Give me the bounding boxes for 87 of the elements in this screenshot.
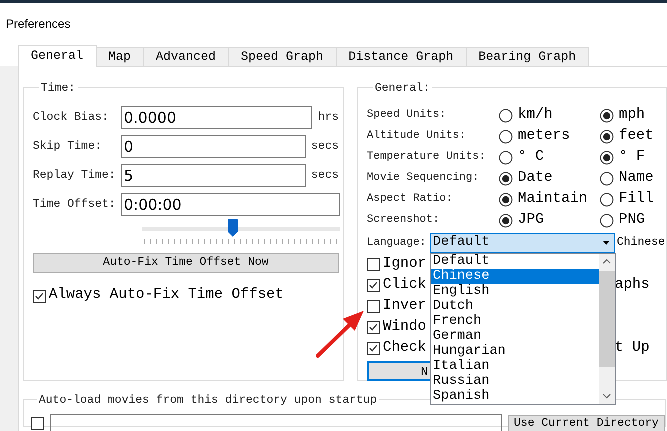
radio-label: JPG <box>518 210 544 230</box>
slider-thumb[interactable] <box>228 219 238 237</box>
tab[interactable]: General <box>18 45 97 67</box>
auto-fix-button[interactable]: Auto-Fix Time Offset Now <box>33 253 339 273</box>
radio-label: ° C <box>518 148 544 167</box>
tab[interactable]: Speed Graph <box>229 47 337 66</box>
scrollbar[interactable] <box>599 254 615 404</box>
radio-label: ° F <box>619 148 646 167</box>
dropdown-item[interactable]: Chinese <box>431 269 599 284</box>
dropdown-item[interactable]: English <box>431 284 599 299</box>
radio-button[interactable] <box>499 172 513 186</box>
field-label: Aspect Ratio: <box>367 192 454 208</box>
radio-label: feet <box>619 126 654 146</box>
radio-label: meters <box>518 126 570 146</box>
radio-button[interactable] <box>600 192 614 206</box>
checkbox[interactable] <box>367 321 380 334</box>
tab[interactable]: Distance Graph <box>336 47 467 66</box>
radio-label: Fill <box>619 190 654 209</box>
radio-label: PNG <box>619 210 646 230</box>
group-title: General: <box>375 82 430 95</box>
checkbox-label: Inver <box>383 296 427 316</box>
field-label: Time Offset: <box>33 196 117 213</box>
radio-button[interactable] <box>499 150 513 164</box>
dropdown-item[interactable]: Dutch <box>431 299 599 314</box>
text-field[interactable]: 0.0000 <box>121 106 312 129</box>
radio-label: Maintain <box>518 190 588 209</box>
tab[interactable]: Bearing Graph <box>466 47 590 66</box>
checkbox[interactable] <box>367 279 380 292</box>
checkbox-label: aphs <box>615 276 650 295</box>
use-current-directory-button[interactable]: Use Current Directory <box>508 414 665 431</box>
radio-button[interactable] <box>600 214 614 228</box>
checkbox[interactable] <box>367 300 380 313</box>
text-field[interactable]: 0:00:00 <box>121 193 340 216</box>
checkbox-label: Ignor <box>383 254 427 274</box>
radio-button[interactable] <box>499 130 513 144</box>
directory-field[interactable] <box>50 414 502 431</box>
chevron-up-icon[interactable] <box>603 259 611 264</box>
checkbox-label: Windo <box>383 318 427 337</box>
dropdown-item[interactable]: French <box>431 314 599 329</box>
field-label: Movie Sequencing: <box>367 171 480 186</box>
window-title: Preferences <box>6 17 71 31</box>
checkbox-label: Check <box>383 338 427 358</box>
group-title: Auto-load movies from this directory upon startup <box>39 394 378 407</box>
dropdown-item[interactable]: German <box>431 329 599 344</box>
field-label: Speed Units: <box>367 108 448 124</box>
radio-button[interactable] <box>600 130 614 144</box>
field-label: Temperature Units: <box>367 150 487 166</box>
radio-label: mph <box>619 106 646 125</box>
text-field[interactable]: 5 <box>121 164 306 187</box>
radio-button[interactable] <box>600 172 614 186</box>
field-label: Language: <box>367 236 428 251</box>
text-field[interactable]: 0 <box>121 135 306 158</box>
radio-button[interactable] <box>600 150 614 164</box>
language-note: Chinese <box>617 235 666 252</box>
radio-label: km/h <box>518 106 553 125</box>
checkbox-label: Always Auto-Fix Time Offset <box>49 286 284 306</box>
dropdown-item[interactable]: Spanish <box>431 389 599 404</box>
checkbox[interactable] <box>31 416 44 430</box>
field-label: Screenshot: <box>367 213 441 228</box>
checkbox[interactable] <box>367 342 380 355</box>
tab[interactable]: Map <box>96 47 144 66</box>
radio-button[interactable] <box>499 214 513 228</box>
checkbox-label: Click <box>383 276 427 295</box>
field-label: Clock Bias: <box>33 110 110 126</box>
checkbox[interactable] <box>33 290 46 303</box>
field-label: Skip Time: <box>33 138 104 155</box>
scrollbar-thumb[interactable] <box>599 271 615 367</box>
radio-label: Date <box>518 168 553 188</box>
tab[interactable]: Advanced <box>144 47 230 66</box>
checkbox[interactable] <box>367 258 380 271</box>
field-label: Altitude Units: <box>367 129 468 144</box>
radio-button[interactable] <box>499 192 513 206</box>
radio-label: Name <box>619 168 654 188</box>
language-dropdown[interactable]: Default <box>430 233 615 253</box>
chevron-down-icon[interactable] <box>603 394 611 399</box>
radio-button[interactable] <box>499 108 513 122</box>
unit-label: secs <box>311 168 340 184</box>
dropdown-item[interactable]: Hungarian <box>431 344 599 359</box>
caret-icon <box>603 241 610 245</box>
group-title: Time: <box>41 82 76 95</box>
dropdown-item[interactable]: Default <box>431 254 599 269</box>
field-label: Replay Time: <box>33 168 117 184</box>
arrow-drawing <box>316 310 364 358</box>
unit-label: secs <box>311 138 340 155</box>
checkbox-label: t Up <box>615 338 650 358</box>
unit-label: hrs <box>318 110 340 126</box>
radio-button[interactable] <box>600 108 614 122</box>
